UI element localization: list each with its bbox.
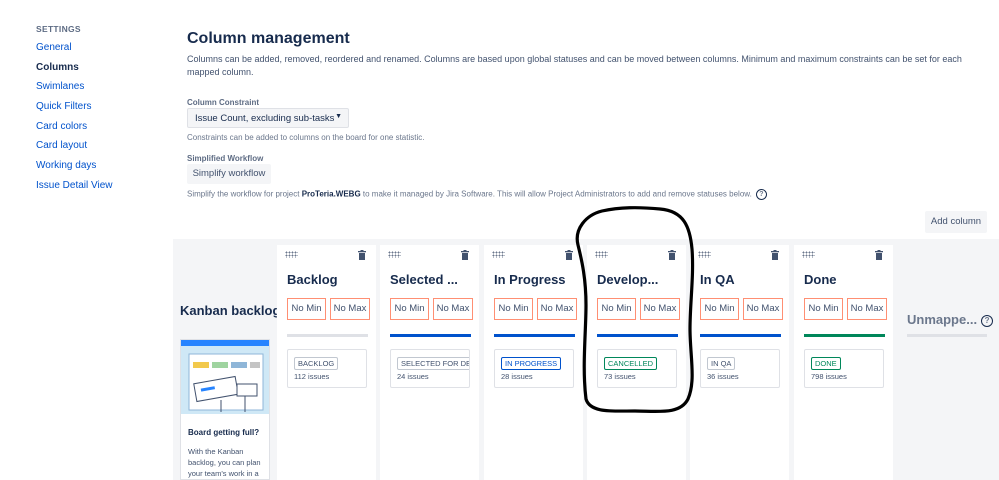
trash-icon[interactable]	[771, 250, 779, 260]
kanban-backlog-title: Kanban backlog	[180, 303, 281, 318]
status-card[interactable]: BACKLOG 112 issues	[287, 349, 367, 388]
column-min-input[interactable]: No Min	[700, 298, 739, 320]
column-name[interactable]: In QA	[700, 272, 735, 287]
column-name[interactable]: Done	[804, 272, 837, 287]
drag-handle-icon[interactable]	[595, 251, 608, 258]
constraint-selected-value: Issue Count, excluding sub-tasks	[195, 113, 335, 124]
workflow-label: Simplified Workflow	[187, 154, 264, 163]
board-column[interactable]: Backlog No Min No Max BACKLOG 112 issues	[277, 245, 376, 480]
board-column[interactable]: Develop... No Min No Max CANCELLED 73 issues	[587, 245, 686, 480]
drag-handle-icon[interactable]	[802, 251, 815, 258]
unmapped-bar	[907, 334, 987, 337]
column-max-input[interactable]: No Max	[847, 298, 887, 320]
board-column[interactable]: Done No Min No Max DONE 798 issues	[794, 245, 893, 480]
settings-sidebar: SETTINGS General Columns Swimlanes Quick…	[0, 0, 170, 480]
sidebar-item-quick-filters[interactable]: Quick Filters	[36, 101, 92, 112]
status-lozenge: CANCELLED	[604, 357, 658, 370]
board-full-text: With the Kanban backlog, you can plan yo…	[188, 447, 261, 478]
drag-handle-icon[interactable]	[698, 251, 711, 258]
column-max-input[interactable]: No Max	[743, 298, 783, 320]
column-min-input[interactable]: No Min	[597, 298, 636, 320]
status-card[interactable]: DONE 798 issues	[804, 349, 884, 388]
status-lozenge: IN PROGRESS	[501, 357, 562, 370]
page-title: Column management	[187, 30, 350, 47]
board-column[interactable]: In QA No Min No Max IN QA 36 issues	[690, 245, 789, 480]
sidebar-item-columns[interactable]: Columns	[36, 62, 79, 73]
constraint-select[interactable]: Issue Count, excluding sub-tasks ▼	[187, 108, 349, 128]
help-icon[interactable]: ?	[755, 189, 767, 200]
sidebar-heading: SETTINGS	[36, 24, 81, 34]
column-min-input[interactable]: No Min	[494, 298, 533, 320]
column-max-input[interactable]: No Max	[433, 298, 473, 320]
drag-handle-icon[interactable]	[388, 251, 401, 258]
drag-handle-icon[interactable]	[492, 251, 505, 258]
trash-icon[interactable]	[461, 250, 469, 260]
workflow-project-name: ProTeria.WEBG	[301, 189, 361, 199]
chevron-down-icon: ▼	[335, 113, 342, 120]
column-min-input[interactable]: No Min	[804, 298, 843, 320]
sidebar-item-card-layout[interactable]: Card layout	[36, 140, 87, 151]
status-issue-count: 28 issues	[501, 372, 533, 381]
status-lozenge: BACKLOG	[294, 357, 339, 370]
simplify-workflow-button[interactable]: Simplify workflow	[187, 164, 271, 184]
status-issue-count: 112 issues	[294, 372, 330, 381]
column-max-input[interactable]: No Max	[537, 298, 577, 320]
help-icon[interactable]: ?	[981, 314, 994, 327]
status-card[interactable]: IN PROGRESS 28 issues	[494, 349, 574, 388]
board-illustration-icon	[181, 340, 269, 414]
trash-icon[interactable]	[358, 250, 366, 260]
unmapped-label: Unmappe...	[907, 312, 978, 327]
drag-handle-icon[interactable]	[285, 251, 298, 258]
page-description: Columns can be added, removed, reordered…	[187, 54, 962, 77]
board-column[interactable]: Selected ... No MinNo Max SELECTED FOR DEV…	[380, 245, 479, 480]
sidebar-item-card-colors[interactable]: Card colors	[36, 121, 87, 132]
constraint-label: Column Constraint	[187, 98, 259, 107]
column-max-input[interactable]: No Max	[640, 298, 680, 320]
sidebar-item-swimlanes[interactable]: Swimlanes	[36, 81, 84, 92]
column-status-bar	[597, 334, 678, 337]
column-name[interactable]: Develop...	[597, 272, 658, 287]
constraint-hint: Constraints can be added to columns on t…	[187, 133, 425, 142]
status-card[interactable]: IN QA 36 issues	[700, 349, 780, 388]
unmapped-statuses-title: Unmappe...?	[907, 312, 994, 327]
column-status-bar	[804, 334, 885, 337]
status-card[interactable]: SELECTED FOR DEVELOPMENT 24 issues	[390, 349, 470, 388]
sidebar-item-working-days[interactable]: Working days	[36, 160, 96, 171]
column-name[interactable]: In Progress	[494, 272, 566, 287]
status-card[interactable]: CANCELLED 73 issues	[597, 349, 677, 388]
workflow-hint: Simplify the workflow for project ProTer…	[187, 189, 767, 200]
column-max-input[interactable]: No Max	[330, 298, 370, 320]
column-name[interactable]: Selected ...	[390, 272, 458, 287]
add-column-button[interactable]: Add column	[925, 211, 987, 233]
trash-icon[interactable]	[565, 250, 573, 260]
status-issue-count: 24 issues	[397, 372, 429, 381]
workflow-hint-after: to make it managed by Jira Software. Thi…	[360, 189, 752, 199]
sidebar-item-issue-detail-view[interactable]: Issue Detail View	[36, 180, 113, 191]
column-status-bar	[700, 334, 781, 337]
status-issue-count: 73 issues	[604, 372, 636, 381]
status-lozenge: DONE	[811, 357, 841, 370]
column-status-bar	[494, 334, 575, 337]
board-column[interactable]: In Progress No Min No Max IN PROGRESS 28 iss…	[484, 245, 583, 480]
status-lozenge: SELECTED FOR DEVELOPMENT	[397, 357, 469, 370]
status-lozenge: IN QA	[707, 357, 736, 370]
status-issue-count: 798 issues	[811, 372, 847, 381]
column-name[interactable]: Backlog	[287, 272, 338, 287]
sidebar-item-general[interactable]: General	[36, 42, 72, 53]
status-issue-count: 36 issues	[707, 372, 739, 381]
column-min-input[interactable]: No Min	[390, 298, 429, 320]
board-full-title: Board getting full?	[188, 428, 260, 437]
trash-icon[interactable]	[668, 250, 676, 260]
column-min-input[interactable]: No Min	[287, 298, 326, 320]
column-status-bar	[390, 334, 471, 337]
workflow-hint-before: Simplify the workflow for project	[187, 189, 302, 199]
column-status-bar	[287, 334, 368, 337]
trash-icon[interactable]	[875, 250, 883, 260]
kanban-backlog-card: Board getting full? With the Kanban back…	[180, 339, 270, 480]
